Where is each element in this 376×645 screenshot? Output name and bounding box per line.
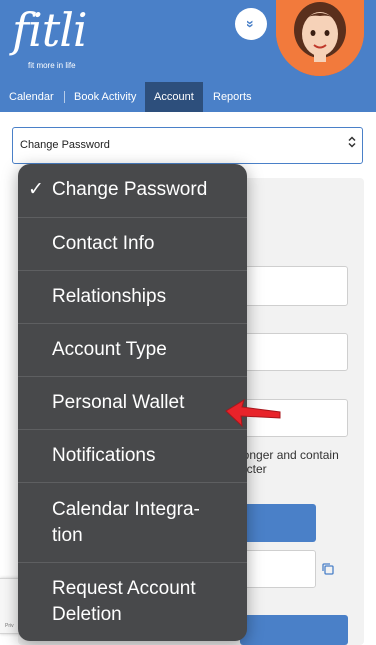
avatar[interactable] [276, 0, 364, 76]
nav-tab-book-activity[interactable]: Book Activity [74, 82, 136, 112]
menu-item-notifications[interactable]: Notifications [18, 429, 247, 482]
password-hint-line-1: longer and contain [240, 448, 339, 462]
password-hint-line-2: acter [240, 462, 267, 476]
nav-tab-calendar[interactable]: Calendar [9, 82, 54, 112]
logo-tagline: fit more in life [28, 61, 76, 70]
account-section-select[interactable]: Change Password [12, 127, 363, 164]
account-section-menu: ✓ Change Password Contact Info Relations… [18, 164, 247, 641]
nav-tab-reports[interactable]: Reports [213, 82, 252, 112]
copy-icon[interactable] [321, 562, 335, 576]
menu-item-label: Account Type [52, 339, 167, 360]
chevron-up-down-icon [348, 128, 356, 163]
expand-menu-button[interactable]: » [235, 8, 267, 40]
red-pointer-arrow-icon [225, 398, 281, 428]
menu-item-label: Change Password [52, 179, 208, 200]
menu-item-contact-info[interactable]: Contact Info [18, 217, 247, 270]
menu-item-label: Relationships [52, 286, 167, 307]
menu-item-personal-wallet[interactable]: Personal Wallet [18, 376, 247, 429]
fitli-logo[interactable]: fitli fit more in life [12, 3, 88, 70]
new-password-field[interactable] [240, 333, 348, 371]
menu-item-label: Contact Info [52, 233, 155, 254]
top-nav: Calendar Book Activity Account Reports [0, 82, 376, 112]
save-button[interactable] [240, 615, 348, 645]
current-password-field[interactable] [240, 266, 348, 306]
menu-item-relationships[interactable]: Relationships [18, 270, 247, 323]
select-value: Change Password [20, 139, 110, 151]
chevron-double-down-icon: » [242, 20, 259, 28]
avatar-cartoon-woman-icon [276, 0, 364, 76]
menu-item-label-cont: tion [52, 525, 83, 546]
nav-tab-account[interactable]: Account [145, 82, 203, 112]
menu-item-account-type[interactable]: Account Type [18, 323, 247, 376]
menu-item-label: Calendar Integra- [52, 499, 200, 520]
password-hint-text: longer and contain acter [240, 448, 339, 476]
menu-item-change-password[interactable]: ✓ Change Password [18, 164, 247, 217]
recaptcha-privacy-text[interactable]: Priv [5, 623, 14, 629]
submit-button[interactable] [240, 504, 316, 542]
menu-item-label: Request Account [52, 578, 196, 599]
nav-divider [64, 91, 65, 103]
app-header: fitli fit more in life » Calendar Book A… [0, 0, 376, 112]
menu-item-label: Personal Wallet [52, 392, 185, 413]
menu-item-label-cont: Deletion [52, 604, 122, 625]
logo-text: fitli [12, 3, 88, 57]
menu-item-calendar-integration[interactable]: Calendar Integra- tion [18, 482, 247, 562]
checkmark-icon: ✓ [28, 179, 44, 200]
menu-item-label: Notifications [52, 445, 156, 466]
generated-password-field[interactable] [240, 550, 316, 588]
menu-item-request-account-deletion[interactable]: Request Account Deletion [18, 562, 247, 641]
